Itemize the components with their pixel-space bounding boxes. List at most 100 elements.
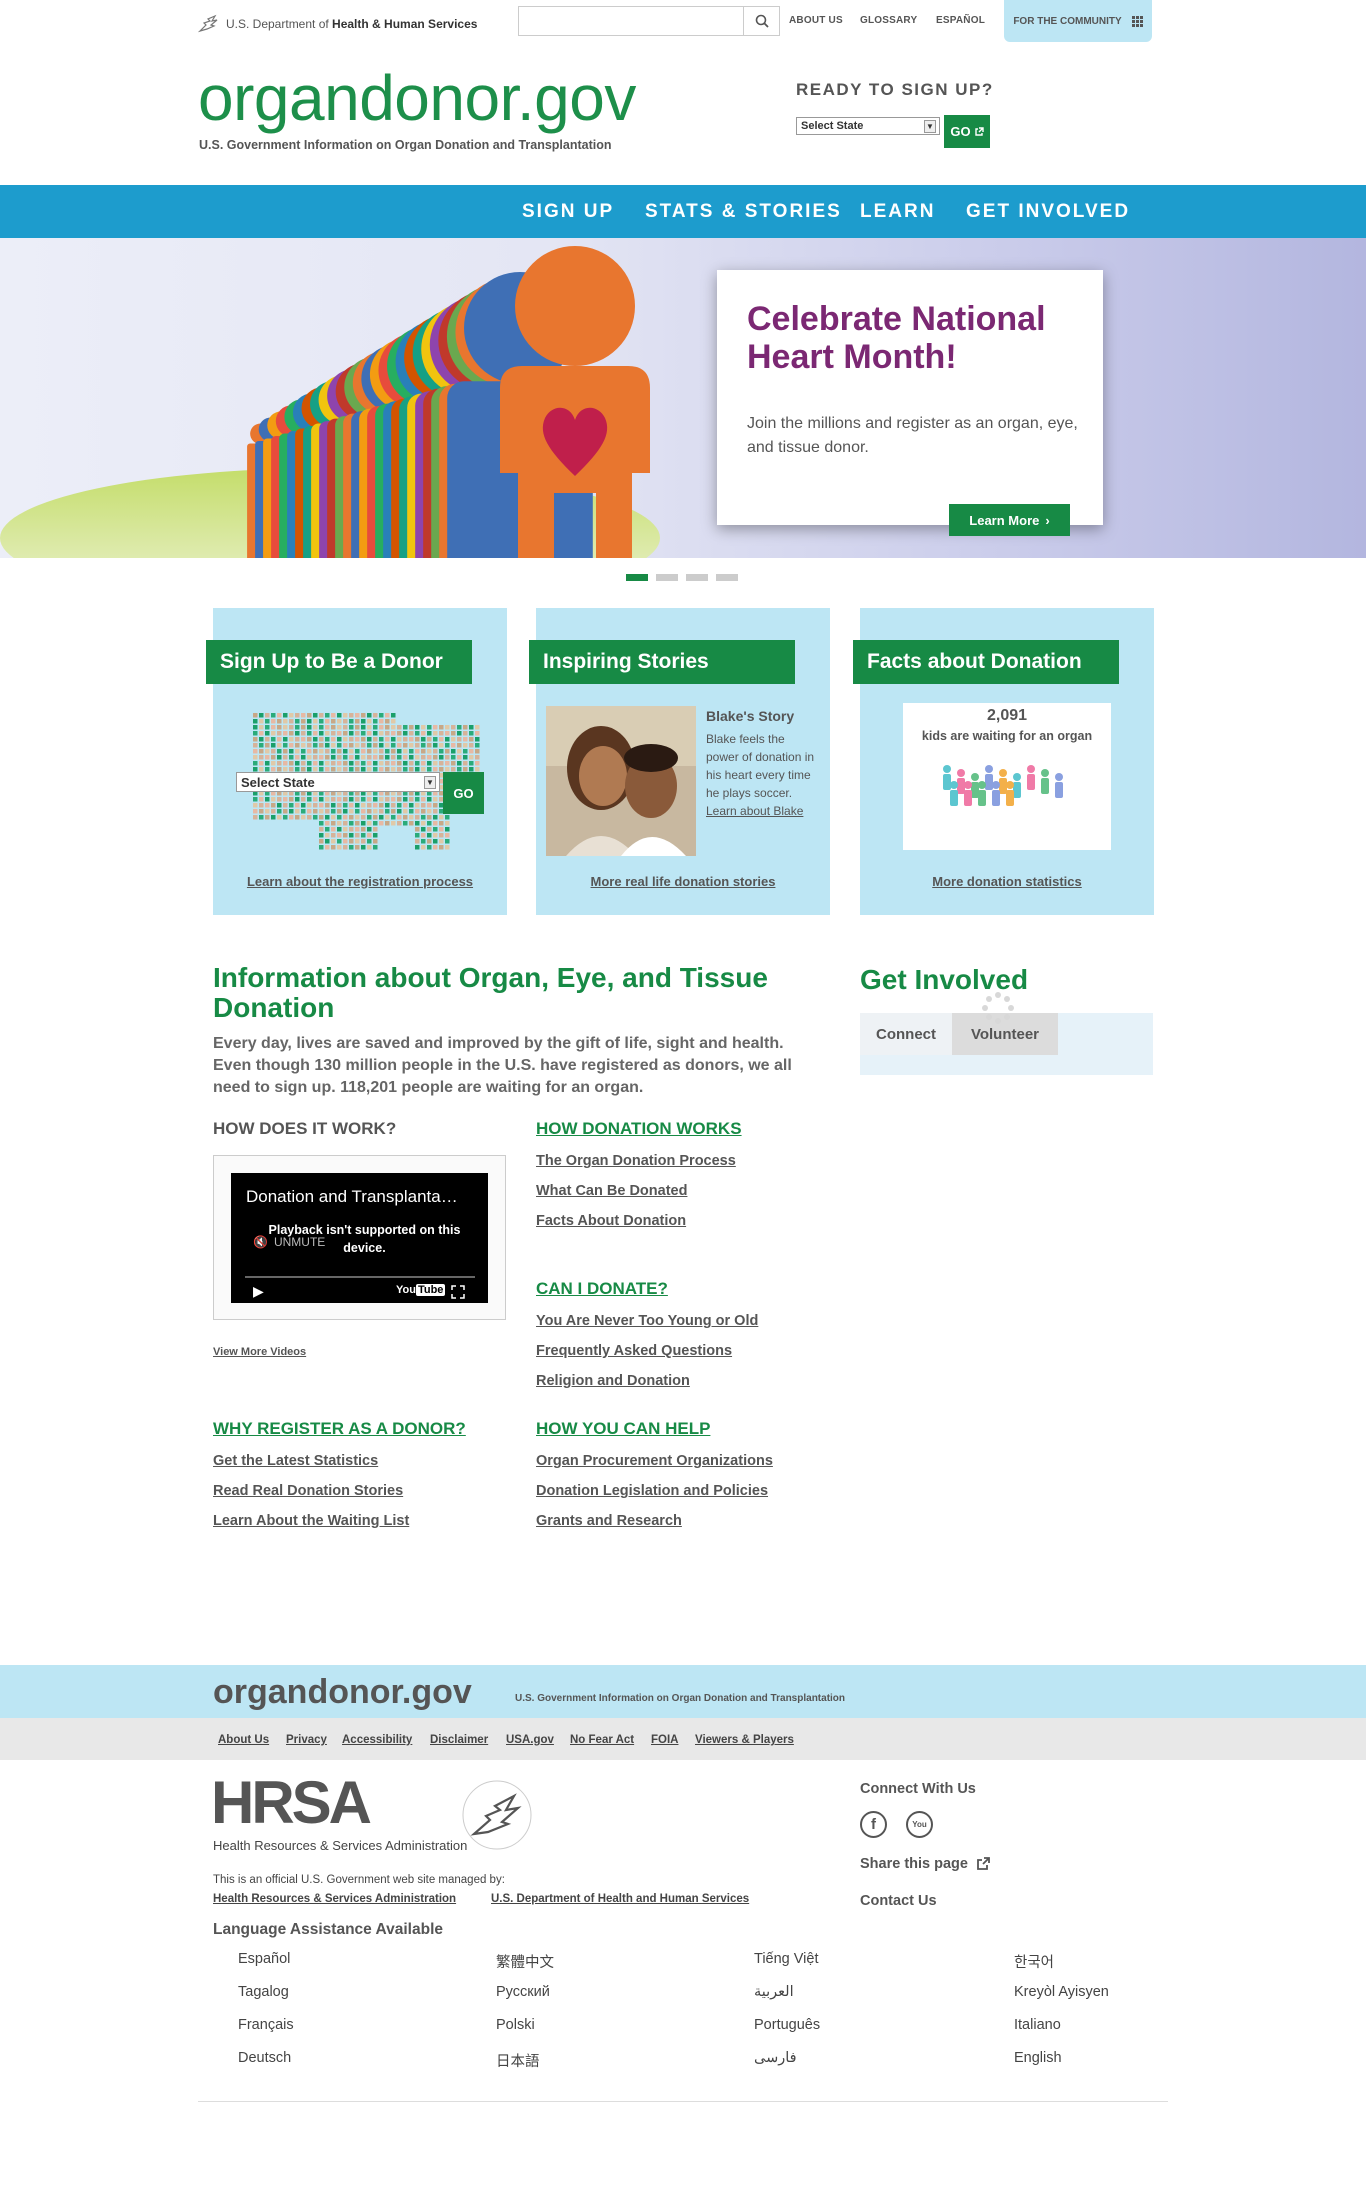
feature-go-button[interactable]: GO (443, 772, 484, 814)
why-register-title[interactable]: WHY REGISTER AS A DONOR? (213, 1419, 466, 1439)
language-link[interactable]: 日本語 (496, 2050, 540, 2071)
facebook-icon[interactable]: f (860, 1811, 887, 1838)
carousel-dot-2[interactable] (656, 574, 678, 581)
opo-link[interactable]: Organ Procurement Organizations (536, 1453, 773, 1469)
go-button[interactable]: GO (944, 115, 990, 148)
language-link[interactable]: Français (238, 2017, 294, 2033)
can-i-donate-title[interactable]: CAN I DONATE? (536, 1279, 668, 1299)
story-text: Blake feels the power of donation in his… (706, 732, 815, 800)
kids-count-text: kids are waiting for an organ (921, 729, 1093, 743)
eagle-icon (198, 14, 218, 33)
carousel-dot-1[interactable] (626, 574, 648, 581)
espanol-link[interactable]: ESPAÑOL (936, 15, 985, 26)
hrsa-link[interactable]: Health Resources & Services Administrati… (213, 1893, 456, 1905)
language-link[interactable]: 繁體中文 (496, 1951, 554, 1972)
top-utility-bar: U.S. Department of Health & Human Servic… (0, 0, 1366, 44)
language-link[interactable]: Deutsch (238, 2050, 291, 2066)
faq-link[interactable]: Frequently Asked Questions (536, 1343, 732, 1359)
language-link[interactable]: Português (754, 2017, 820, 2033)
waiting-list-link[interactable]: Learn About the Waiting List (213, 1513, 409, 1529)
footer-privacy-link[interactable]: Privacy (286, 1734, 327, 1746)
nav-stats-stories[interactable]: STATS & STORIES (645, 201, 842, 223)
religion-donation-link[interactable]: Religion and Donation (536, 1373, 690, 1389)
feature-sign-up: Sign Up to Be a Donor Select State ▼ GO … (206, 608, 507, 915)
site-tagline: U.S. Government Information on Organ Don… (199, 138, 612, 152)
share-page-link[interactable]: Share this page (860, 1856, 990, 1872)
youtube-logo[interactable]: You Tube (396, 1284, 446, 1296)
search-button[interactable] (743, 7, 779, 35)
footer-usagov-link[interactable]: USA.gov (506, 1734, 554, 1746)
community-label: FOR THE COMMUNITY (1013, 15, 1122, 27)
facts-card: 2,091 kids are waiting for an organ (903, 703, 1111, 850)
hrsa-logo[interactable]: HRSA (211, 1773, 372, 1833)
youtube-icon[interactable]: You (906, 1811, 933, 1838)
language-link[interactable]: فارسی (754, 2050, 797, 2066)
language-link[interactable]: Polski (496, 2017, 535, 2033)
contact-us-link[interactable]: Contact Us (860, 1893, 937, 1909)
dropdown-arrow-icon: ▼ (924, 119, 936, 133)
state-select[interactable]: Select State ▼ (796, 117, 940, 135)
feature-stories: Inspiring Stories Blake's Story Blake fe… (529, 608, 830, 915)
nav-get-involved[interactable]: GET INVOLVED (966, 201, 1130, 223)
real-stories-link[interactable]: Read Real Donation Stories (213, 1483, 403, 1499)
language-link[interactable]: العربية (754, 1984, 794, 2000)
view-more-videos-link[interactable]: View More Videos (213, 1346, 306, 1358)
nav-sign-up[interactable]: SIGN UP (522, 201, 614, 223)
unmute-control[interactable]: 🔇 UNMUTE (253, 1235, 325, 1249)
hrsa-subtitle: Health Resources & Services Administrati… (213, 1838, 468, 1853)
play-icon[interactable]: ▶ (253, 1283, 264, 1300)
video-player[interactable]: Donation and Transplanta… Playback isn't… (231, 1173, 488, 1303)
carousel-dot-4[interactable] (716, 574, 738, 581)
footer-logo[interactable]: organdonor.gov (213, 1673, 472, 1712)
footer-no-fear-act-link[interactable]: No Fear Act (570, 1734, 634, 1746)
footer-about-us-link[interactable]: About Us (218, 1734, 269, 1746)
how-donation-works-title[interactable]: HOW DONATION WORKS (536, 1119, 742, 1139)
site-logo[interactable]: organdonor.gov (198, 66, 636, 130)
footer-viewers-players-link[interactable]: Viewers & Players (695, 1734, 794, 1746)
hero-title: Celebrate National Heart Month! (747, 300, 1046, 376)
footer-accessibility-link[interactable]: Accessibility (342, 1734, 412, 1746)
video-title: Donation and Transplanta… (246, 1187, 458, 1206)
for-the-community-button[interactable]: FOR THE COMMUNITY (1004, 0, 1152, 42)
dropdown-arrow-icon: ▼ (424, 775, 436, 789)
organ-donation-process-link[interactable]: The Organ Donation Process (536, 1153, 736, 1169)
language-link[interactable]: Tagalog (238, 1984, 289, 2000)
language-assistance-title: Language Assistance Available (213, 1921, 444, 1938)
language-link[interactable]: English (1014, 2050, 1062, 2066)
hhs-seal-icon[interactable] (460, 1778, 534, 1852)
registration-process-link[interactable]: Learn about the registration process (213, 874, 507, 889)
latest-statistics-link[interactable]: Get the Latest Statistics (213, 1453, 378, 1469)
about-us-link[interactable]: ABOUT US (789, 15, 843, 26)
never-too-young-link[interactable]: You Are Never Too Young or Old (536, 1313, 758, 1329)
glossary-link[interactable]: GLOSSARY (860, 15, 917, 26)
more-stories-link[interactable]: More real life donation stories (536, 874, 830, 889)
connect-with-us-title: Connect With Us (860, 1781, 976, 1797)
language-link[interactable]: 한국어 (1014, 1951, 1054, 1972)
story-title: Blake's Story (706, 708, 795, 724)
footer-disclaimer-link[interactable]: Disclaimer (430, 1734, 488, 1746)
more-statistics-link[interactable]: More donation statistics (860, 874, 1154, 889)
language-link[interactable]: Русский (496, 1984, 550, 2000)
how-you-can-help-title[interactable]: HOW YOU CAN HELP (536, 1419, 710, 1439)
language-link[interactable]: Italiano (1014, 2017, 1061, 2033)
carousel-dot-3[interactable] (686, 574, 708, 581)
hhs-link[interactable]: U.S. Department of Health & Human Servic… (198, 13, 477, 35)
language-link[interactable]: Tiếng Việt (754, 1951, 819, 1967)
language-link[interactable]: Kreyòl Ayisyen (1014, 1984, 1109, 2000)
feature-stories-title: Inspiring Stories (529, 640, 795, 684)
footer-foia-link[interactable]: FOIA (651, 1734, 678, 1746)
tab-connect[interactable]: Connect (860, 1013, 952, 1055)
learn-more-button[interactable]: Learn More › (949, 504, 1070, 536)
grants-research-link[interactable]: Grants and Research (536, 1513, 682, 1529)
nav-learn[interactable]: LEARN (860, 201, 935, 223)
legislation-link[interactable]: Donation Legislation and Policies (536, 1483, 768, 1499)
fullscreen-icon[interactable] (451, 1285, 465, 1299)
facts-about-donation-link[interactable]: Facts About Donation (536, 1213, 686, 1229)
search-input[interactable] (519, 7, 743, 35)
hhs-footer-link[interactable]: U.S. Department of Health and Human Serv… (491, 1893, 749, 1905)
learn-about-blake-link[interactable]: Learn about Blake (706, 804, 803, 818)
what-can-be-donated-link[interactable]: What Can Be Donated (536, 1183, 687, 1199)
language-link[interactable]: Español (238, 1951, 290, 1967)
video-progress-bar[interactable] (245, 1276, 475, 1278)
feature-state-select[interactable]: Select State ▼ (236, 772, 440, 792)
